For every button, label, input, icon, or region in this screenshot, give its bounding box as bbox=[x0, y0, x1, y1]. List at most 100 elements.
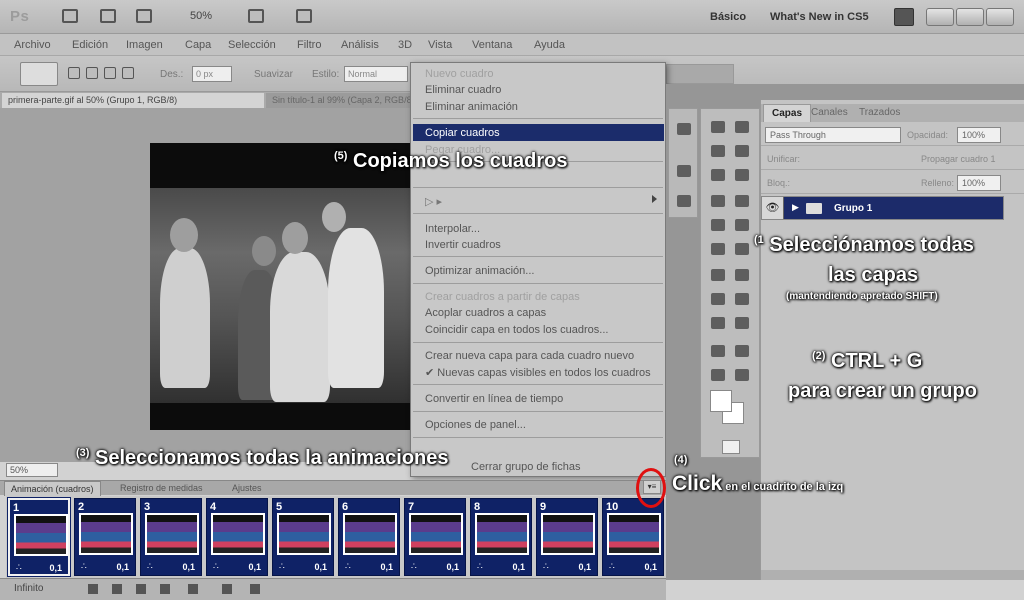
brush-tool-icon[interactable] bbox=[735, 195, 749, 207]
feather-input[interactable]: 0 px bbox=[192, 66, 232, 82]
disposal-icon[interactable]: ∴ bbox=[81, 561, 88, 572]
frame-delay[interactable]: 0,1 bbox=[49, 563, 62, 573]
menu-item-optimizar-animacion[interactable]: Optimizar animación... bbox=[425, 265, 534, 277]
tab-sin-titulo[interactable]: Sin título-1 al 99% (Capa 2, RGB/8) bbox=[266, 93, 410, 108]
frame-8[interactable]: 8 ∴ 0,1 bbox=[470, 498, 532, 576]
next-frame-icon[interactable] bbox=[160, 584, 170, 594]
3d-rotate-tool-icon[interactable] bbox=[711, 345, 725, 357]
quick-select-tool-icon[interactable] bbox=[735, 145, 749, 157]
new-selection-icon[interactable] bbox=[68, 67, 80, 79]
refine-edge-button[interactable] bbox=[666, 64, 734, 84]
opacity-input[interactable]: 100% bbox=[957, 127, 1001, 143]
menu-item-opciones-panel[interactable]: Opciones de panel... bbox=[425, 419, 526, 431]
menu-item-eliminar-cuadro[interactable]: Eliminar cuadro bbox=[425, 84, 501, 96]
menu-ventana[interactable]: Ventana bbox=[472, 39, 512, 51]
cs-live-icon[interactable] bbox=[894, 8, 914, 26]
menu-item-acoplar-cuadros[interactable]: Acoplar cuadros a capas bbox=[425, 307, 546, 319]
maximize-button[interactable] bbox=[956, 8, 984, 26]
history-panel-icon[interactable] bbox=[677, 123, 691, 135]
frame-7[interactable]: 7 ∴ 0,1 bbox=[404, 498, 466, 576]
add-selection-icon[interactable] bbox=[86, 67, 98, 79]
menu-item-interpolar[interactable]: Interpolar... bbox=[425, 223, 480, 235]
pen-tool-icon[interactable] bbox=[711, 293, 725, 305]
menu-item-nuevas-capas-visibles[interactable]: ✔ Nuevas capas visibles en todos los cua… bbox=[425, 366, 651, 379]
move-tool-icon[interactable] bbox=[735, 121, 749, 133]
frame-6[interactable]: 6 ∴ 0,1 bbox=[338, 498, 400, 576]
play-icon[interactable] bbox=[136, 584, 146, 594]
menu-analisis[interactable]: Análisis bbox=[341, 39, 379, 51]
frame-3[interactable]: 3 ∴ 0,1 bbox=[140, 498, 202, 576]
menu-item-crear-nueva-capa[interactable]: Crear nueva capa para cada cuadro nuevo bbox=[425, 350, 634, 362]
lasso-tool-icon[interactable] bbox=[711, 145, 725, 157]
menu-filtro[interactable]: Filtro bbox=[297, 39, 321, 51]
menu-item-crear-cuadros[interactable]: Crear cuadros a partir de capas bbox=[425, 291, 580, 303]
hand-tool-icon[interactable] bbox=[711, 369, 725, 381]
subtract-selection-icon[interactable] bbox=[104, 67, 116, 79]
duplicate-frame-icon[interactable] bbox=[222, 584, 232, 594]
menu-item-eliminar-animacion[interactable]: Eliminar animación bbox=[425, 101, 518, 113]
screen-mode-icon[interactable] bbox=[296, 9, 312, 23]
layer-grupo-1[interactable]: 👁 ▶ Grupo 1 bbox=[761, 196, 1004, 220]
menu-item-submenu[interactable]: ▷ ▸ bbox=[425, 195, 442, 208]
disposal-icon[interactable]: ∴ bbox=[477, 561, 484, 572]
eyedropper-tool-icon[interactable] bbox=[735, 169, 749, 181]
tab-primera-parte[interactable]: primera-parte.gif al 50% (Grupo 1, RGB/8… bbox=[2, 93, 264, 108]
crop-tool-icon[interactable] bbox=[711, 169, 725, 181]
workspace-whats-new[interactable]: What's New in CS5 bbox=[770, 11, 869, 23]
disposal-icon[interactable]: ∴ bbox=[147, 561, 154, 572]
frame-1[interactable]: 1 ∴ 0,1 bbox=[7, 497, 71, 577]
disposal-icon[interactable]: ∴ bbox=[279, 561, 286, 572]
frame-5[interactable]: 5 ∴ 0,1 bbox=[272, 498, 334, 576]
dodge-tool-icon[interactable] bbox=[735, 269, 749, 281]
expand-triangle-icon[interactable]: ▶ bbox=[792, 202, 799, 213]
blur-tool-icon[interactable] bbox=[711, 269, 725, 281]
bridge-icon[interactable] bbox=[62, 9, 78, 23]
shape-tool-icon[interactable] bbox=[735, 317, 749, 329]
frame-delay[interactable]: 0,1 bbox=[380, 562, 393, 572]
close-button[interactable] bbox=[986, 8, 1014, 26]
frame-9[interactable]: 9 ∴ 0,1 bbox=[536, 498, 598, 576]
disposal-icon[interactable]: ∴ bbox=[543, 561, 550, 572]
delete-frame-icon[interactable] bbox=[250, 584, 260, 594]
arrange-documents-icon[interactable] bbox=[248, 9, 264, 23]
paragraph-panel-icon[interactable] bbox=[677, 195, 691, 207]
menu-vista[interactable]: Vista bbox=[428, 39, 452, 51]
tab-capas[interactable]: Capas bbox=[763, 104, 812, 122]
disposal-icon[interactable]: ∴ bbox=[16, 562, 23, 573]
frame-delay[interactable]: 0,1 bbox=[578, 562, 591, 572]
zoom-level-select[interactable]: 50% bbox=[190, 10, 212, 22]
workspace-basico[interactable]: Básico bbox=[710, 11, 746, 23]
menu-seleccion[interactable]: Selección bbox=[228, 39, 276, 51]
menu-item-invertir-cuadros[interactable]: Invertir cuadros bbox=[425, 239, 501, 251]
clone-stamp-tool-icon[interactable] bbox=[711, 219, 725, 231]
character-panel-icon[interactable] bbox=[677, 165, 691, 177]
loop-select[interactable]: Infinito bbox=[14, 583, 43, 594]
antialias-checkbox[interactable]: Suavizar bbox=[254, 69, 293, 80]
minimize-button[interactable] bbox=[926, 8, 954, 26]
view-extras-icon[interactable] bbox=[136, 9, 152, 23]
frame-delay[interactable]: 0,1 bbox=[116, 562, 129, 572]
menu-item-cerrar-grupo[interactable]: Cerrar grupo de fichas bbox=[471, 461, 580, 473]
propagate-checkbox[interactable]: Propagar cuadro 1 bbox=[921, 154, 996, 164]
blend-mode-select[interactable]: Pass Through bbox=[765, 127, 901, 143]
gradient-tool-icon[interactable] bbox=[735, 243, 749, 255]
zoom-tool-icon[interactable] bbox=[735, 369, 749, 381]
tab-animacion[interactable]: Animación (cuadros) bbox=[4, 481, 101, 496]
tab-trazados[interactable]: Trazados bbox=[859, 107, 900, 118]
fill-input[interactable]: 100% bbox=[957, 175, 1001, 191]
tab-ajustes[interactable]: Ajustes bbox=[232, 483, 262, 493]
tool-preset-picker[interactable] bbox=[20, 62, 58, 86]
quick-mask-icon[interactable] bbox=[722, 440, 740, 454]
style-select[interactable]: Normal bbox=[344, 66, 408, 82]
menu-capa[interactable]: Capa bbox=[185, 39, 211, 51]
healing-tool-icon[interactable] bbox=[711, 195, 725, 207]
menu-item-copiar-cuadros[interactable]: Copiar cuadros bbox=[425, 127, 500, 139]
disposal-icon[interactable]: ∴ bbox=[213, 561, 220, 572]
eraser-tool-icon[interactable] bbox=[711, 243, 725, 255]
frame-delay[interactable]: 0,1 bbox=[512, 562, 525, 572]
mini-bridge-icon[interactable] bbox=[100, 9, 116, 23]
menu-item-nuevo-cuadro[interactable]: Nuevo cuadro bbox=[425, 68, 494, 80]
previous-frame-icon[interactable] bbox=[112, 584, 122, 594]
frame-delay[interactable]: 0,1 bbox=[248, 562, 261, 572]
tween-icon[interactable] bbox=[188, 584, 198, 594]
